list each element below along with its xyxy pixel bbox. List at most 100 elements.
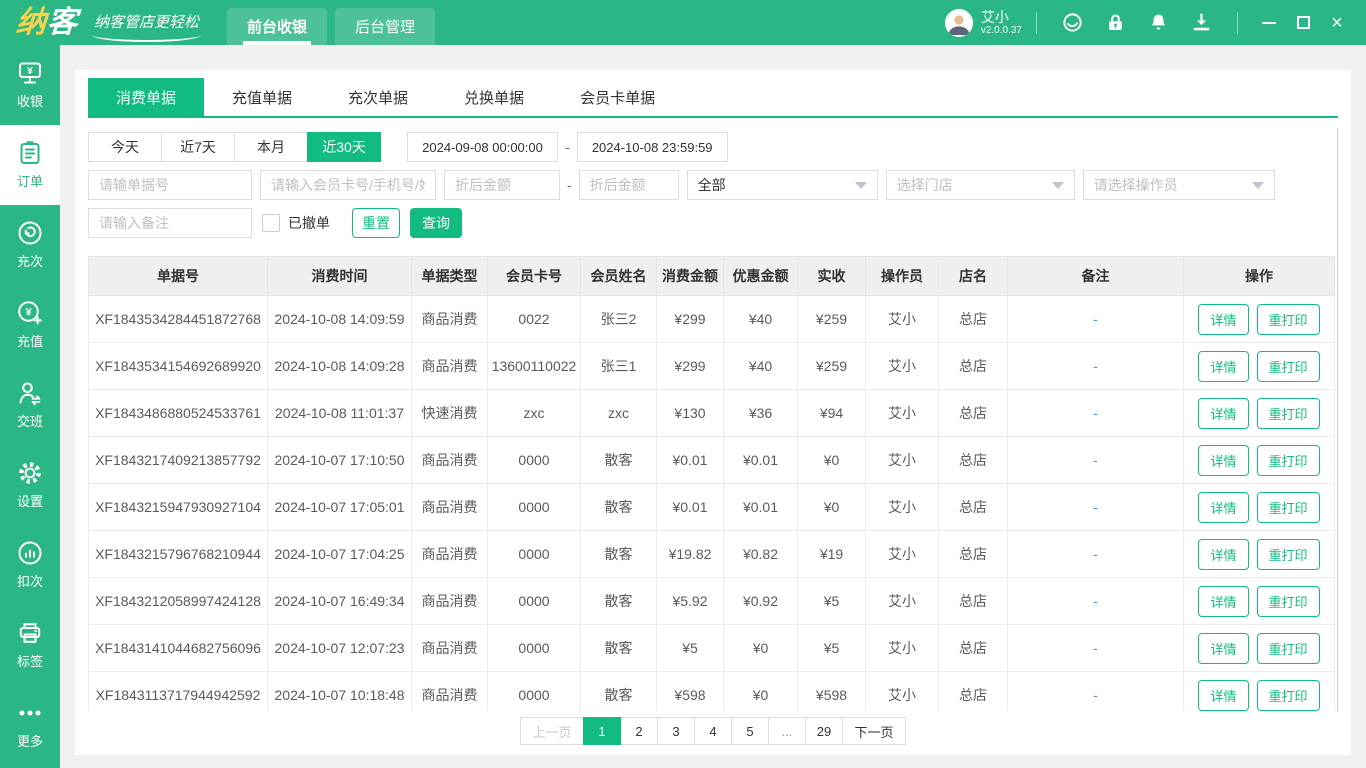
doc-tab-0[interactable]: 消费单据 <box>88 78 204 116</box>
detail-button[interactable]: 详情 <box>1198 445 1248 476</box>
maximize-button[interactable] <box>1286 0 1320 45</box>
cell-actions: 详情重打印 <box>1184 390 1335 437</box>
remark-input[interactable] <box>88 208 252 238</box>
next-page-button[interactable]: 下一页 <box>842 717 906 745</box>
detail-button[interactable]: 详情 <box>1198 680 1248 711</box>
order-type-select[interactable]: 全部 <box>687 170 878 200</box>
sidebar-item-cash-register[interactable]: ¥收银 <box>0 45 60 125</box>
doc-tab-2[interactable]: 充次单据 <box>320 78 436 116</box>
cell-order_no: XF1843212058997424128 <box>89 578 268 625</box>
amount-min-input[interactable] <box>444 170 560 200</box>
column-header-4: 会员姓名 <box>581 257 657 296</box>
orders-table-container: 单据号消费时间单据类型会员卡号会员姓名消费金额优惠金额实收操作员店名备注操作 X… <box>88 256 1338 711</box>
cell-member: zxc <box>581 390 657 437</box>
doc-tab-4[interactable]: 会员卡单据 <box>552 78 683 116</box>
quick-range-0[interactable]: 今天 <box>88 132 162 162</box>
cell-paid: ¥5 <box>798 578 866 625</box>
cell-discount: ¥36 <box>724 390 798 437</box>
page-button-4[interactable]: 4 <box>694 717 732 745</box>
cell-store: 总店 <box>939 484 1008 531</box>
quick-range-2[interactable]: 本月 <box>234 132 308 162</box>
lock-icon[interactable] <box>1105 12 1126 33</box>
cell-operator: 艾小 <box>866 484 939 531</box>
quick-range-3[interactable]: 近30天 <box>307 132 381 162</box>
order-no-input[interactable] <box>88 170 252 200</box>
page-button-29[interactable]: 29 <box>805 717 843 745</box>
download-icon[interactable] <box>1191 12 1212 33</box>
sidebar-item-label-printer[interactable]: 标签 <box>0 605 60 685</box>
sidebar-item-recharge-times[interactable]: 充次 <box>0 205 60 285</box>
topbar-nav: 前台收银后台管理 <box>227 0 435 45</box>
cell-operator: 艾小 <box>866 437 939 484</box>
topbar-tab-1[interactable]: 后台管理 <box>335 8 435 45</box>
search-button[interactable]: 查询 <box>410 208 462 238</box>
notification-bell-icon[interactable] <box>1148 12 1169 33</box>
page-button-5[interactable]: 5 <box>731 717 769 745</box>
detail-button[interactable]: 详情 <box>1198 351 1248 382</box>
reprint-button[interactable]: 重打印 <box>1257 398 1320 429</box>
reprint-button[interactable]: 重打印 <box>1257 492 1320 523</box>
sidebar-item-recharge-value[interactable]: ¥充值 <box>0 285 60 365</box>
cell-discount: ¥0.01 <box>724 437 798 484</box>
sidebar-item-orders[interactable]: 订单 <box>0 125 60 205</box>
detail-button[interactable]: 详情 <box>1198 398 1248 429</box>
cell-operator: 艾小 <box>866 531 939 578</box>
date-end-input[interactable] <box>577 132 728 162</box>
sidebar-item-label: 订单 <box>17 171 43 190</box>
reprint-button[interactable]: 重打印 <box>1257 304 1320 335</box>
member-search-input[interactable] <box>260 170 436 200</box>
detail-button[interactable]: 详情 <box>1198 539 1248 570</box>
doc-tab-1[interactable]: 充值单据 <box>204 78 320 116</box>
cell-operator: 艾小 <box>866 672 939 712</box>
cell-actions: 详情重打印 <box>1184 484 1335 531</box>
order-type-value: 全部 <box>698 175 726 195</box>
operator-select[interactable]: 请选择操作员 <box>1083 170 1275 200</box>
store-select[interactable]: 选择门店 <box>886 170 1075 200</box>
user-avatar[interactable] <box>945 9 973 37</box>
detail-button[interactable]: 详情 <box>1198 304 1248 335</box>
reprint-button[interactable]: 重打印 <box>1257 633 1320 664</box>
detail-button[interactable]: 详情 <box>1198 633 1248 664</box>
sidebar-item-more[interactable]: 更多 <box>0 685 60 765</box>
customer-service-icon[interactable] <box>1062 12 1083 33</box>
prev-page-button[interactable]: 上一页 <box>520 717 584 745</box>
sidebar-item-deduct-times[interactable]: 扣次 <box>0 525 60 605</box>
app-logo: 纳客 <box>15 8 79 38</box>
page-button-3[interactable]: 3 <box>657 717 695 745</box>
amount-max-input[interactable] <box>579 170 679 200</box>
cancelled-checkbox[interactable] <box>262 214 280 232</box>
topbar-tab-0[interactable]: 前台收银 <box>227 8 327 45</box>
close-button[interactable]: × <box>1320 0 1354 45</box>
table-row: XF18434868805245337612024-10-08 11:01:37… <box>89 390 1335 437</box>
reprint-button[interactable]: 重打印 <box>1257 680 1320 711</box>
cell-member: 张三2 <box>581 296 657 343</box>
sidebar-item-settings[interactable]: 设置 <box>0 445 60 525</box>
table-row: XF18432120589974241282024-10-07 16:49:34… <box>89 578 1335 625</box>
maximize-icon <box>1297 16 1310 29</box>
minimize-button[interactable] <box>1252 0 1286 45</box>
detail-button[interactable]: 详情 <box>1198 586 1248 617</box>
detail-button[interactable]: 详情 <box>1198 492 1248 523</box>
settings-icon <box>17 460 43 486</box>
date-start-input[interactable] <box>407 132 558 162</box>
reprint-button[interactable]: 重打印 <box>1257 586 1320 617</box>
reprint-button[interactable]: 重打印 <box>1257 445 1320 476</box>
cell-member: 散客 <box>581 531 657 578</box>
reset-button[interactable]: 重置 <box>352 208 400 238</box>
cell-time: 2024-10-07 17:05:01 <box>268 484 412 531</box>
minimize-icon <box>1262 22 1276 24</box>
cell-remark: - <box>1008 343 1184 390</box>
quick-range-1[interactable]: 近7天 <box>161 132 235 162</box>
column-header-7: 实收 <box>798 257 866 296</box>
page-button-1[interactable]: 1 <box>583 717 621 745</box>
reprint-button[interactable]: 重打印 <box>1257 351 1320 382</box>
doc-tab-3[interactable]: 兑换单据 <box>436 78 552 116</box>
reprint-button[interactable]: 重打印 <box>1257 539 1320 570</box>
sidebar-item-shift-handover[interactable]: 交班 <box>0 365 60 445</box>
page-button-2[interactable]: 2 <box>620 717 658 745</box>
quick-range-group: 今天近7天本月近30天 <box>88 132 381 162</box>
scrollbar[interactable] <box>1337 128 1338 712</box>
column-header-11: 操作 <box>1184 257 1335 296</box>
cell-type: 商品消费 <box>412 672 488 712</box>
cell-actions: 详情重打印 <box>1184 578 1335 625</box>
